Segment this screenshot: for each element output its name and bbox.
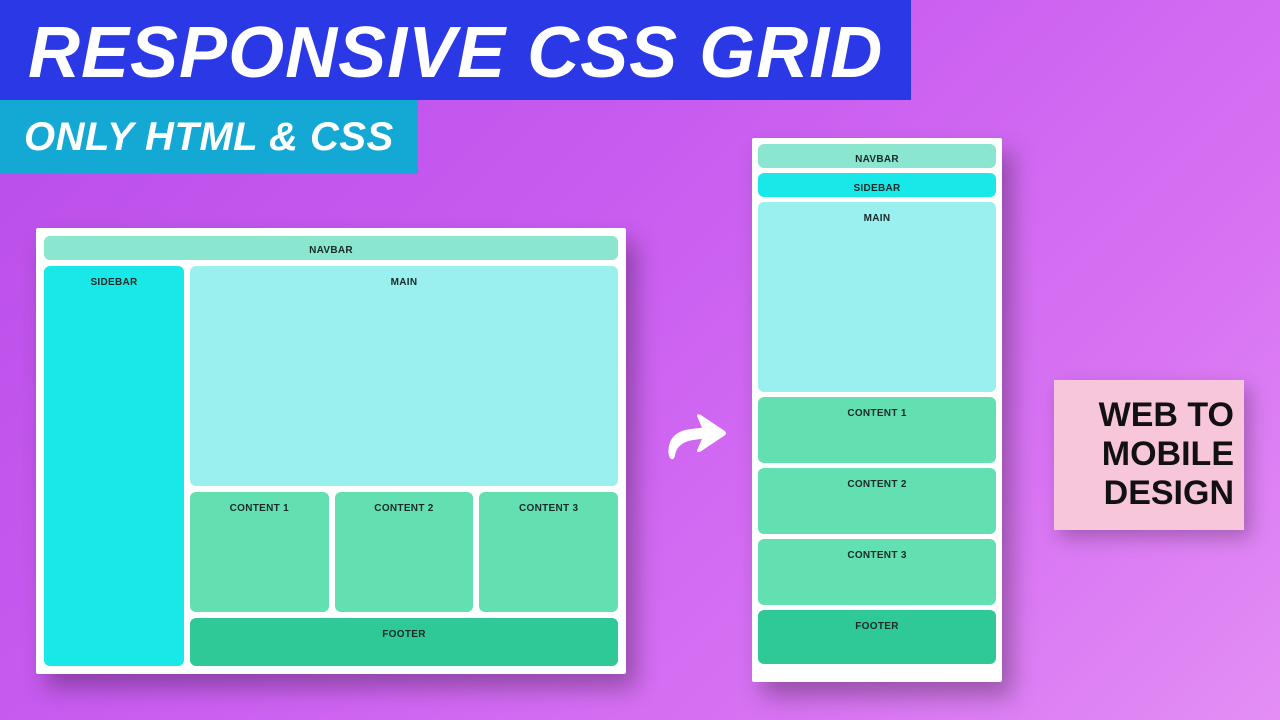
desktop-content2-region: CONTENT 2 xyxy=(335,492,474,612)
desktop-content3-region: CONTENT 3 xyxy=(479,492,618,612)
mobile-content1-region: CONTENT 1 xyxy=(758,397,996,463)
badge-line-1: WEB TO xyxy=(1068,396,1234,435)
desktop-layout-card: NAVBAR SIDEBAR MAIN CONTENT 1 CONTENT 2 … xyxy=(36,228,626,674)
mobile-content2-label: CONTENT 2 xyxy=(847,479,906,490)
mobile-layout-card: NAVBAR SIDEBAR MAIN CONTENT 1 CONTENT 2 … xyxy=(752,138,1002,682)
desktop-navbar-region: NAVBAR xyxy=(44,236,618,260)
mobile-navbar-region: NAVBAR xyxy=(758,144,996,168)
desktop-navbar-label: NAVBAR xyxy=(309,245,353,256)
mobile-navbar-label: NAVBAR xyxy=(855,154,899,165)
title-banner: RESPONSIVE CSS GRID xyxy=(0,0,911,100)
subtitle-text: ONLY HTML & CSS xyxy=(24,115,394,160)
mobile-sidebar-region: SIDEBAR xyxy=(758,173,996,197)
desktop-main-label: MAIN xyxy=(391,277,418,288)
desktop-sidebar-label: SIDEBAR xyxy=(90,277,137,288)
mobile-footer-region: FOOTER xyxy=(758,610,996,664)
desktop-footer-label: FOOTER xyxy=(382,629,425,640)
mobile-main-region: MAIN xyxy=(758,202,996,392)
desktop-content2-label: CONTENT 2 xyxy=(374,503,433,514)
badge-line-3: DESIGN xyxy=(1068,474,1234,513)
desktop-main-region: MAIN xyxy=(190,266,618,486)
arrow-right-icon xyxy=(654,394,734,474)
subtitle-banner: ONLY HTML & CSS xyxy=(0,100,418,174)
design-badge: WEB TO MOBILE DESIGN xyxy=(1054,380,1244,530)
mobile-content3-region: CONTENT 3 xyxy=(758,539,996,605)
desktop-content3-label: CONTENT 3 xyxy=(519,503,578,514)
title-text: RESPONSIVE CSS GRID xyxy=(28,12,883,94)
mobile-main-label: MAIN xyxy=(864,213,891,224)
mobile-content2-region: CONTENT 2 xyxy=(758,468,996,534)
diagram-stage: RESPONSIVE CSS GRID ONLY HTML & CSS NAVB… xyxy=(0,0,1280,720)
badge-line-2: MOBILE xyxy=(1068,435,1234,474)
mobile-footer-label: FOOTER xyxy=(855,621,898,632)
mobile-content1-label: CONTENT 1 xyxy=(847,408,906,419)
desktop-content1-region: CONTENT 1 xyxy=(190,492,329,612)
desktop-footer-region: FOOTER xyxy=(190,618,618,666)
mobile-sidebar-label: SIDEBAR xyxy=(853,183,900,194)
desktop-sidebar-region: SIDEBAR xyxy=(44,266,184,666)
mobile-content3-label: CONTENT 3 xyxy=(847,550,906,561)
desktop-content1-label: CONTENT 1 xyxy=(230,503,289,514)
